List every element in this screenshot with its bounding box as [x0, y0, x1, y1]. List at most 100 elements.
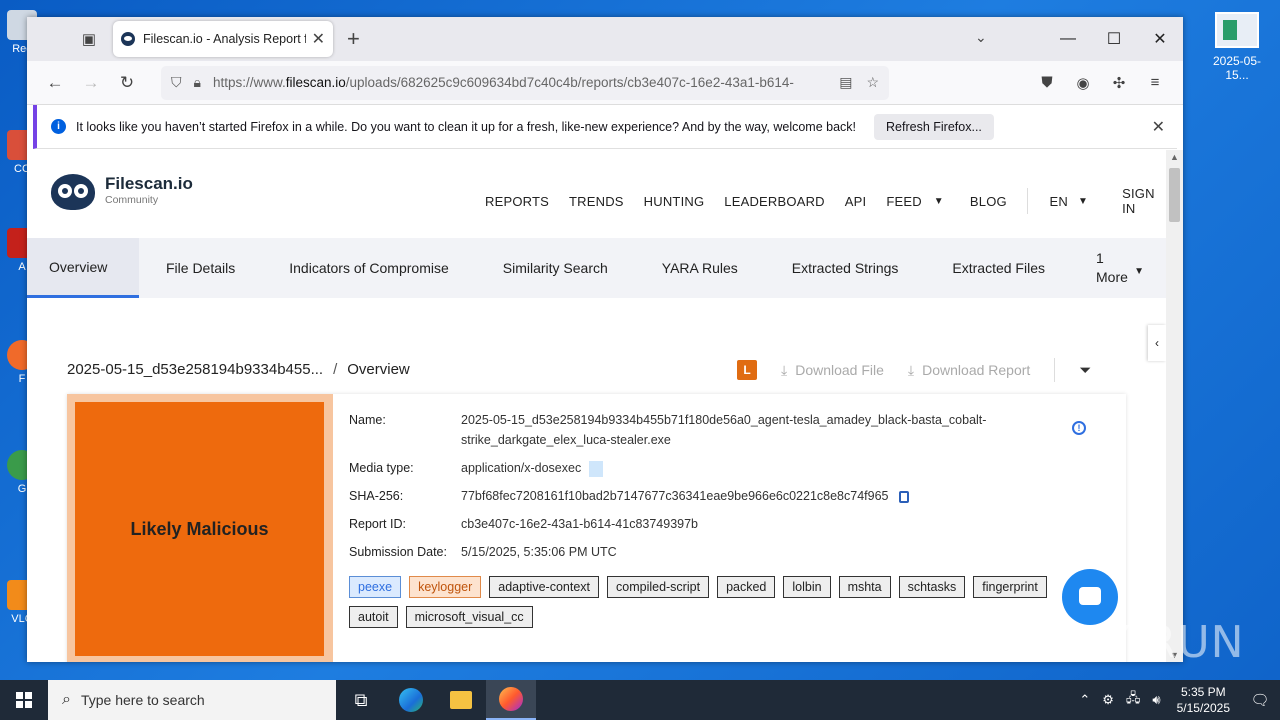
- desktop-icon-label: F: [18, 373, 26, 385]
- nav-trends[interactable]: TRENDS: [569, 194, 624, 209]
- minimize-icon[interactable]: —: [1045, 30, 1091, 48]
- taskbar-file-explorer[interactable]: [436, 680, 486, 720]
- nav-reports[interactable]: REPORTS: [485, 194, 549, 209]
- nav-blog[interactable]: BLOG: [970, 194, 1007, 209]
- info-icon: i: [51, 119, 66, 134]
- windows-logo-icon: [16, 692, 32, 708]
- tab-extracted-files[interactable]: Extracted Files: [925, 238, 1072, 298]
- filescan-logo[interactable]: Filescan.io Community: [47, 168, 193, 212]
- desktop-icon-file[interactable]: 2025-05-15...: [1202, 12, 1272, 82]
- device-icon[interactable]: ⚙: [1102, 692, 1114, 708]
- logo-name: Filescan.io: [105, 174, 193, 193]
- breadcrumb: 2025-05-15_d53e258194b9334b455... / Over…: [67, 358, 1127, 382]
- extensions-icon[interactable]: ✣: [1101, 74, 1137, 92]
- main-navigation: REPORTS TRENDS HUNTING LEADERBOARD API F…: [485, 186, 1166, 216]
- task-view-icon[interactable]: ⧉: [336, 680, 386, 720]
- reload-icon[interactable]: ↻: [109, 73, 145, 93]
- verdict-label: Likely Malicious: [75, 402, 324, 656]
- tag[interactable]: packed: [717, 576, 776, 598]
- url-bar[interactable]: ⛉ 🔒︎ https://www.filescan.io/uploads/682…: [161, 65, 889, 100]
- tag[interactable]: mshta: [838, 576, 891, 598]
- account-icon[interactable]: ◉: [1065, 74, 1101, 92]
- page-scrollbar[interactable]: ▲ ▼: [1166, 150, 1183, 662]
- refresh-firefox-button[interactable]: Refresh Firefox...: [874, 113, 994, 140]
- url-text[interactable]: https://www.filescan.io/uploads/682625c9…: [213, 75, 831, 90]
- download-file-button[interactable]: ⤓ Download File: [781, 362, 884, 379]
- pocket-icon[interactable]: ⛊: [1029, 74, 1065, 91]
- bookmark-star-icon[interactable]: ☆: [866, 74, 879, 91]
- chevron-down-icon[interactable]: ▼: [934, 196, 944, 207]
- shield-icon[interactable]: ⛉: [171, 74, 182, 91]
- tag[interactable]: schtasks: [898, 576, 966, 598]
- firefox-view-icon[interactable]: ▣: [71, 24, 107, 54]
- tab-yara-rules[interactable]: YARA Rules: [635, 238, 765, 298]
- lock-icon[interactable]: 🔒︎: [194, 74, 201, 91]
- nav-leaderboard[interactable]: LEADERBOARD: [724, 194, 824, 209]
- tab-more[interactable]: 1 More ▼: [1072, 238, 1162, 298]
- taskbar-edge[interactable]: [386, 680, 436, 720]
- tag[interactable]: microsoft_visual_cc: [405, 606, 533, 628]
- search-placeholder: Type here to search: [80, 692, 205, 708]
- chevron-up-icon[interactable]: ⌃: [1079, 692, 1090, 708]
- volume-icon[interactable]: 🔊︎: [1152, 692, 1160, 708]
- nav-divider: [1026, 188, 1028, 214]
- reader-view-icon[interactable]: ▤: [839, 74, 852, 91]
- tag[interactable]: adaptive-context: [489, 576, 599, 598]
- back-icon[interactable]: ←: [37, 73, 73, 93]
- clock-time: 5:35 PM: [1180, 685, 1226, 699]
- tag[interactable]: autoit: [349, 606, 398, 628]
- download-icon: ⤓: [781, 361, 788, 378]
- nav-hunting[interactable]: HUNTING: [644, 194, 705, 209]
- tab-indicators-of-compromise[interactable]: Indicators of Compromise: [262, 238, 476, 298]
- tab-similarity-search[interactable]: Similarity Search: [476, 238, 635, 298]
- download-report-button[interactable]: ⤓ Download Report: [908, 362, 1030, 379]
- tag[interactable]: compiled-script: [607, 576, 710, 598]
- breadcrumb-page: Overview: [347, 360, 410, 378]
- desktop-icon-label: 2025-05-15...: [1212, 54, 1262, 82]
- sign-in-link[interactable]: SIGN IN: [1122, 186, 1155, 216]
- copy-icon[interactable]: [898, 490, 909, 503]
- firefox-notification-bar: i It looks like you haven’t started Fire…: [33, 105, 1177, 149]
- report-summary-card: Likely Malicious Name: 2025-05-15_d53e25…: [67, 394, 1126, 662]
- scrollbar-thumb[interactable]: [1169, 168, 1180, 222]
- chevron-down-icon[interactable]: ▼: [1078, 196, 1088, 207]
- nav-feed[interactable]: FEED: [886, 194, 921, 209]
- tag[interactable]: fingerprint: [973, 576, 1047, 598]
- new-tab-icon[interactable]: +: [347, 26, 360, 52]
- nav-api[interactable]: API: [845, 194, 867, 209]
- detail-label: Report ID:: [349, 517, 406, 531]
- close-notification-icon[interactable]: ✕: [1152, 117, 1165, 137]
- tag[interactable]: lolbin: [783, 576, 831, 598]
- start-button[interactable]: [0, 680, 48, 720]
- alert-info-icon[interactable]: !: [1072, 421, 1086, 435]
- clock-date: 5/15/2025: [1176, 701, 1230, 715]
- network-icon[interactable]: 🖧: [1126, 689, 1141, 711]
- browser-window: ▣ Filescan.io - Analysis Report for ✕ + …: [27, 17, 1183, 662]
- more-count: 1: [1096, 250, 1104, 266]
- filter-icon[interactable]: ⏷: [1079, 362, 1091, 379]
- clock[interactable]: 5:35 PM 5/15/2025: [1177, 684, 1230, 716]
- url-prefix: https://www.: [212, 75, 286, 90]
- tag[interactable]: keylogger: [409, 576, 482, 598]
- close-window-icon[interactable]: ✕: [1137, 29, 1183, 49]
- maximize-icon[interactable]: ☐: [1091, 29, 1137, 49]
- verdict-level-badge: L: [737, 360, 757, 380]
- taskbar-firefox[interactable]: [486, 680, 536, 720]
- close-tab-icon[interactable]: ✕: [312, 29, 325, 49]
- tab-file-details[interactable]: File Details: [139, 238, 262, 298]
- taskbar-search[interactable]: ⌕ Type here to search: [48, 680, 336, 720]
- forward-icon[interactable]: →: [73, 73, 109, 93]
- tab-overview[interactable]: Overview: [27, 238, 139, 298]
- notification-center-icon[interactable]: 🗨︎: [1240, 691, 1280, 709]
- side-panel-toggle-icon[interactable]: ‹: [1148, 325, 1166, 361]
- breadcrumb-file[interactable]: 2025-05-15_d53e258194b9334b455...: [67, 361, 323, 378]
- system-tray: ⌃ ⚙ 🖧 🔊︎ 5:35 PM 5/15/2025 🗨︎: [1079, 684, 1280, 716]
- scroll-up-icon[interactable]: ▲: [1170, 152, 1179, 162]
- list-tabs-chevron-icon[interactable]: ⌄: [975, 29, 987, 46]
- chevron-down-icon: ▼: [1134, 266, 1144, 277]
- tag[interactable]: peexe: [349, 576, 402, 598]
- language-selector[interactable]: EN: [1050, 194, 1068, 209]
- tab-extracted-strings[interactable]: Extracted Strings: [765, 238, 926, 298]
- browser-tab[interactable]: Filescan.io - Analysis Report for ✕: [113, 21, 333, 57]
- menu-icon[interactable]: ≡: [1137, 74, 1173, 91]
